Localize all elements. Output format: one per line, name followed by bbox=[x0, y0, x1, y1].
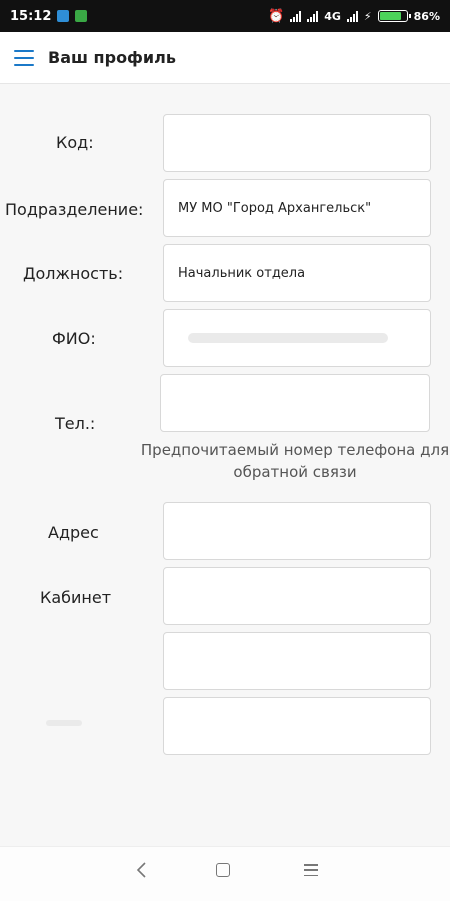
back-icon[interactable] bbox=[134, 861, 148, 879]
notification-icon bbox=[75, 10, 88, 22]
signal-icon bbox=[346, 10, 358, 22]
charging-icon: ⚡ bbox=[363, 9, 372, 23]
position-value: Начальник отдела bbox=[178, 265, 306, 281]
battery-icon bbox=[377, 10, 411, 22]
page-title: Ваш профиль bbox=[48, 48, 176, 67]
department-field[interactable]: МУ МО "Город Архангельск" bbox=[163, 179, 431, 237]
position-label: Должность: bbox=[23, 264, 124, 283]
signal-icon bbox=[290, 10, 302, 22]
alarm-icon: ⏰ bbox=[268, 8, 285, 24]
hamburger-menu-icon[interactable] bbox=[14, 49, 34, 66]
code-label: Код: bbox=[56, 133, 94, 152]
phone-field[interactable] bbox=[160, 374, 430, 432]
status-time: 15:12 bbox=[10, 8, 52, 24]
fio-label: ФИО: bbox=[52, 329, 96, 348]
phone-hint: Предпочитаемый номер телефона для обратн… bbox=[140, 441, 450, 481]
extra-field-2[interactable] bbox=[163, 697, 431, 755]
recent-apps-icon[interactable] bbox=[304, 864, 318, 876]
status-bar: 15:12 ⏰ 4G ⚡ 86% bbox=[0, 0, 450, 32]
phone-label: Тел.: bbox=[55, 414, 96, 433]
app-bar: Ваш профиль bbox=[0, 32, 450, 84]
position-field[interactable]: Начальник отдела bbox=[163, 244, 431, 302]
office-label: Кабинет bbox=[40, 588, 112, 607]
notification-icon bbox=[57, 10, 70, 22]
redacted-mark bbox=[46, 720, 82, 726]
signal-icon bbox=[307, 10, 319, 22]
code-field[interactable] bbox=[163, 114, 431, 172]
home-icon[interactable] bbox=[216, 863, 230, 877]
department-label: Подразделение: bbox=[5, 200, 144, 219]
address-label: Адрес bbox=[48, 523, 99, 542]
battery-percent: 86% bbox=[413, 9, 440, 23]
department-value: МУ МО "Город Архангельск" bbox=[178, 200, 372, 216]
fio-field[interactable] bbox=[163, 309, 431, 367]
navigation-bar bbox=[0, 846, 450, 901]
office-field[interactable] bbox=[163, 567, 431, 625]
extra-field-1[interactable] bbox=[163, 632, 431, 690]
address-field[interactable] bbox=[163, 502, 431, 560]
network-type: 4G bbox=[324, 9, 341, 23]
redacted-mark bbox=[188, 333, 388, 343]
